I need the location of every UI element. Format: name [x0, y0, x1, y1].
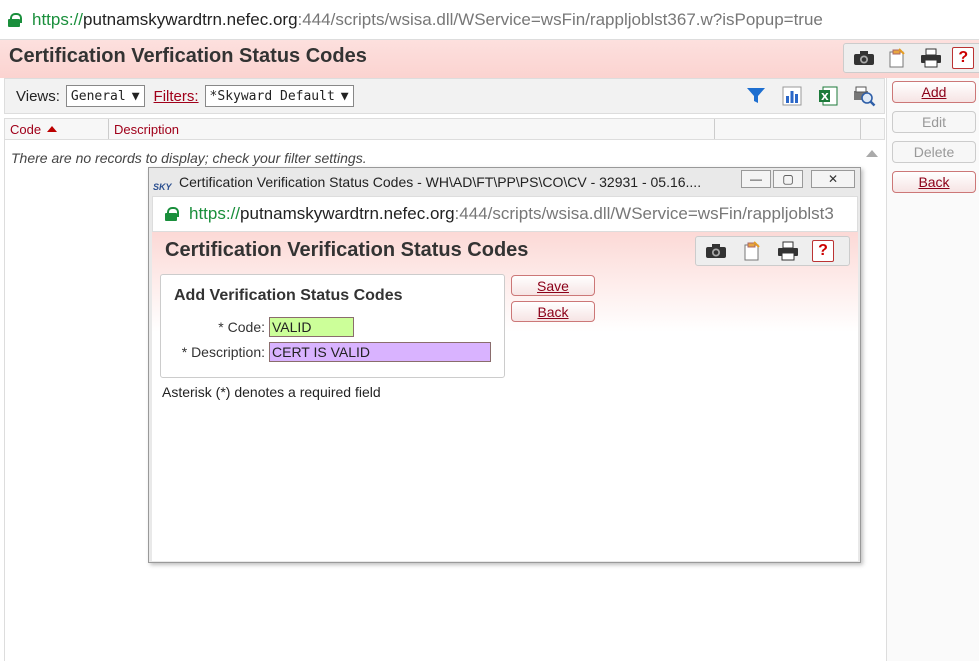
help-icon[interactable]: ?: [812, 240, 834, 262]
back-button[interactable]: Back: [892, 171, 976, 193]
clipboard-icon[interactable]: [740, 240, 764, 262]
sort-ascending-icon: [47, 126, 58, 132]
column-header-blank: [715, 119, 861, 139]
description-input[interactable]: [269, 342, 491, 362]
maximize-icon[interactable]: ▢: [773, 170, 803, 188]
filters-link[interactable]: Filters:: [154, 88, 199, 105]
column-header-description[interactable]: Description: [109, 119, 715, 139]
views-dropdown[interactable]: General ▼: [65, 85, 145, 107]
popup-back-button[interactable]: Back: [511, 301, 595, 322]
save-button[interactable]: Save: [511, 275, 595, 296]
edit-button[interactable]: Edit: [892, 111, 976, 133]
camera-icon[interactable]: [704, 240, 728, 262]
views-value: General: [70, 88, 126, 104]
form-heading: Add Verification Status Codes: [174, 287, 403, 304]
window-controls: — ▢ ✕: [741, 170, 855, 190]
filter-icon[interactable]: [744, 85, 768, 107]
delete-button[interactable]: Delete: [892, 141, 976, 163]
url-scheme: https://: [32, 9, 84, 29]
popup-content: Certification Verification Status Codes …: [152, 232, 858, 561]
column-header-code[interactable]: Code: [5, 119, 109, 139]
minimize-icon[interactable]: —: [741, 170, 771, 188]
print-preview-icon[interactable]: [852, 85, 876, 107]
chevron-down-icon: ▼: [131, 88, 140, 104]
filters-dropdown[interactable]: *Skyward Default ▼: [204, 85, 354, 107]
excel-icon[interactable]: X: [816, 85, 840, 107]
chevron-down-icon: ▼: [340, 88, 349, 104]
popup-url-path: :444/scripts/wsisa.dll/WService=wsFin/ra…: [454, 204, 834, 223]
popup-url-host: putnamskywardtrn.nefec.org: [240, 204, 455, 223]
views-label: Views:: [16, 87, 60, 105]
popup-url-scheme: https://: [189, 204, 241, 223]
url-host: putnamskywardtrn.nefec.org: [83, 9, 298, 29]
empty-grid-message: There are no records to display; check y…: [11, 150, 367, 166]
svg-text:X: X: [821, 92, 829, 103]
popup-toolbar: ?: [695, 236, 850, 266]
close-icon[interactable]: ✕: [811, 170, 855, 188]
required-field-note: Asterisk (*) denotes a required field: [162, 384, 381, 400]
lock-icon: [165, 207, 179, 221]
printer-icon[interactable]: [919, 47, 942, 69]
views-bar: Views: General ▼ Filters: *Skyward Defaul…: [4, 78, 885, 114]
scroll-up-arrow-icon[interactable]: [866, 150, 878, 157]
popup-window: SKY Certification Verification Status Co…: [148, 167, 861, 563]
help-icon[interactable]: ?: [952, 47, 975, 69]
camera-icon[interactable]: [852, 47, 875, 69]
code-input[interactable]: [269, 317, 354, 337]
address-bar[interactable]: https://putnamskywardtrn.nefec.org:444/s…: [0, 0, 979, 40]
page-title: Certification Verfication Status Codes: [9, 45, 367, 67]
code-label: * Code:: [218, 319, 265, 335]
grid-header: Code Description: [4, 118, 885, 140]
printer-icon[interactable]: [776, 240, 800, 262]
page-header: Certification Verfication Status Codes ?: [0, 40, 979, 78]
skyward-logo-icon: SKY: [153, 182, 172, 192]
add-button[interactable]: Add: [892, 81, 976, 103]
filters-value: *Skyward Default: [209, 88, 335, 104]
description-label: * Description:: [181, 344, 265, 360]
clipboard-icon[interactable]: [885, 47, 908, 69]
url-path: :444/scripts/wsisa.dll/WService=wsFin/ra…: [297, 9, 823, 29]
popup-window-title: Certification Verification Status Codes …: [179, 174, 702, 190]
popup-address-bar[interactable]: https://putnamskywardtrn.nefec.org:444/s…: [152, 196, 858, 232]
popup-title: Certification Verification Status Codes: [165, 239, 529, 261]
page-toolbar: ?: [843, 43, 979, 73]
action-panel: Add Edit Delete Back: [886, 78, 979, 661]
add-verification-form: Add Verification Status Codes * Code: * …: [160, 274, 505, 378]
lock-icon: [8, 12, 22, 27]
chart-icon[interactable]: [780, 85, 804, 107]
